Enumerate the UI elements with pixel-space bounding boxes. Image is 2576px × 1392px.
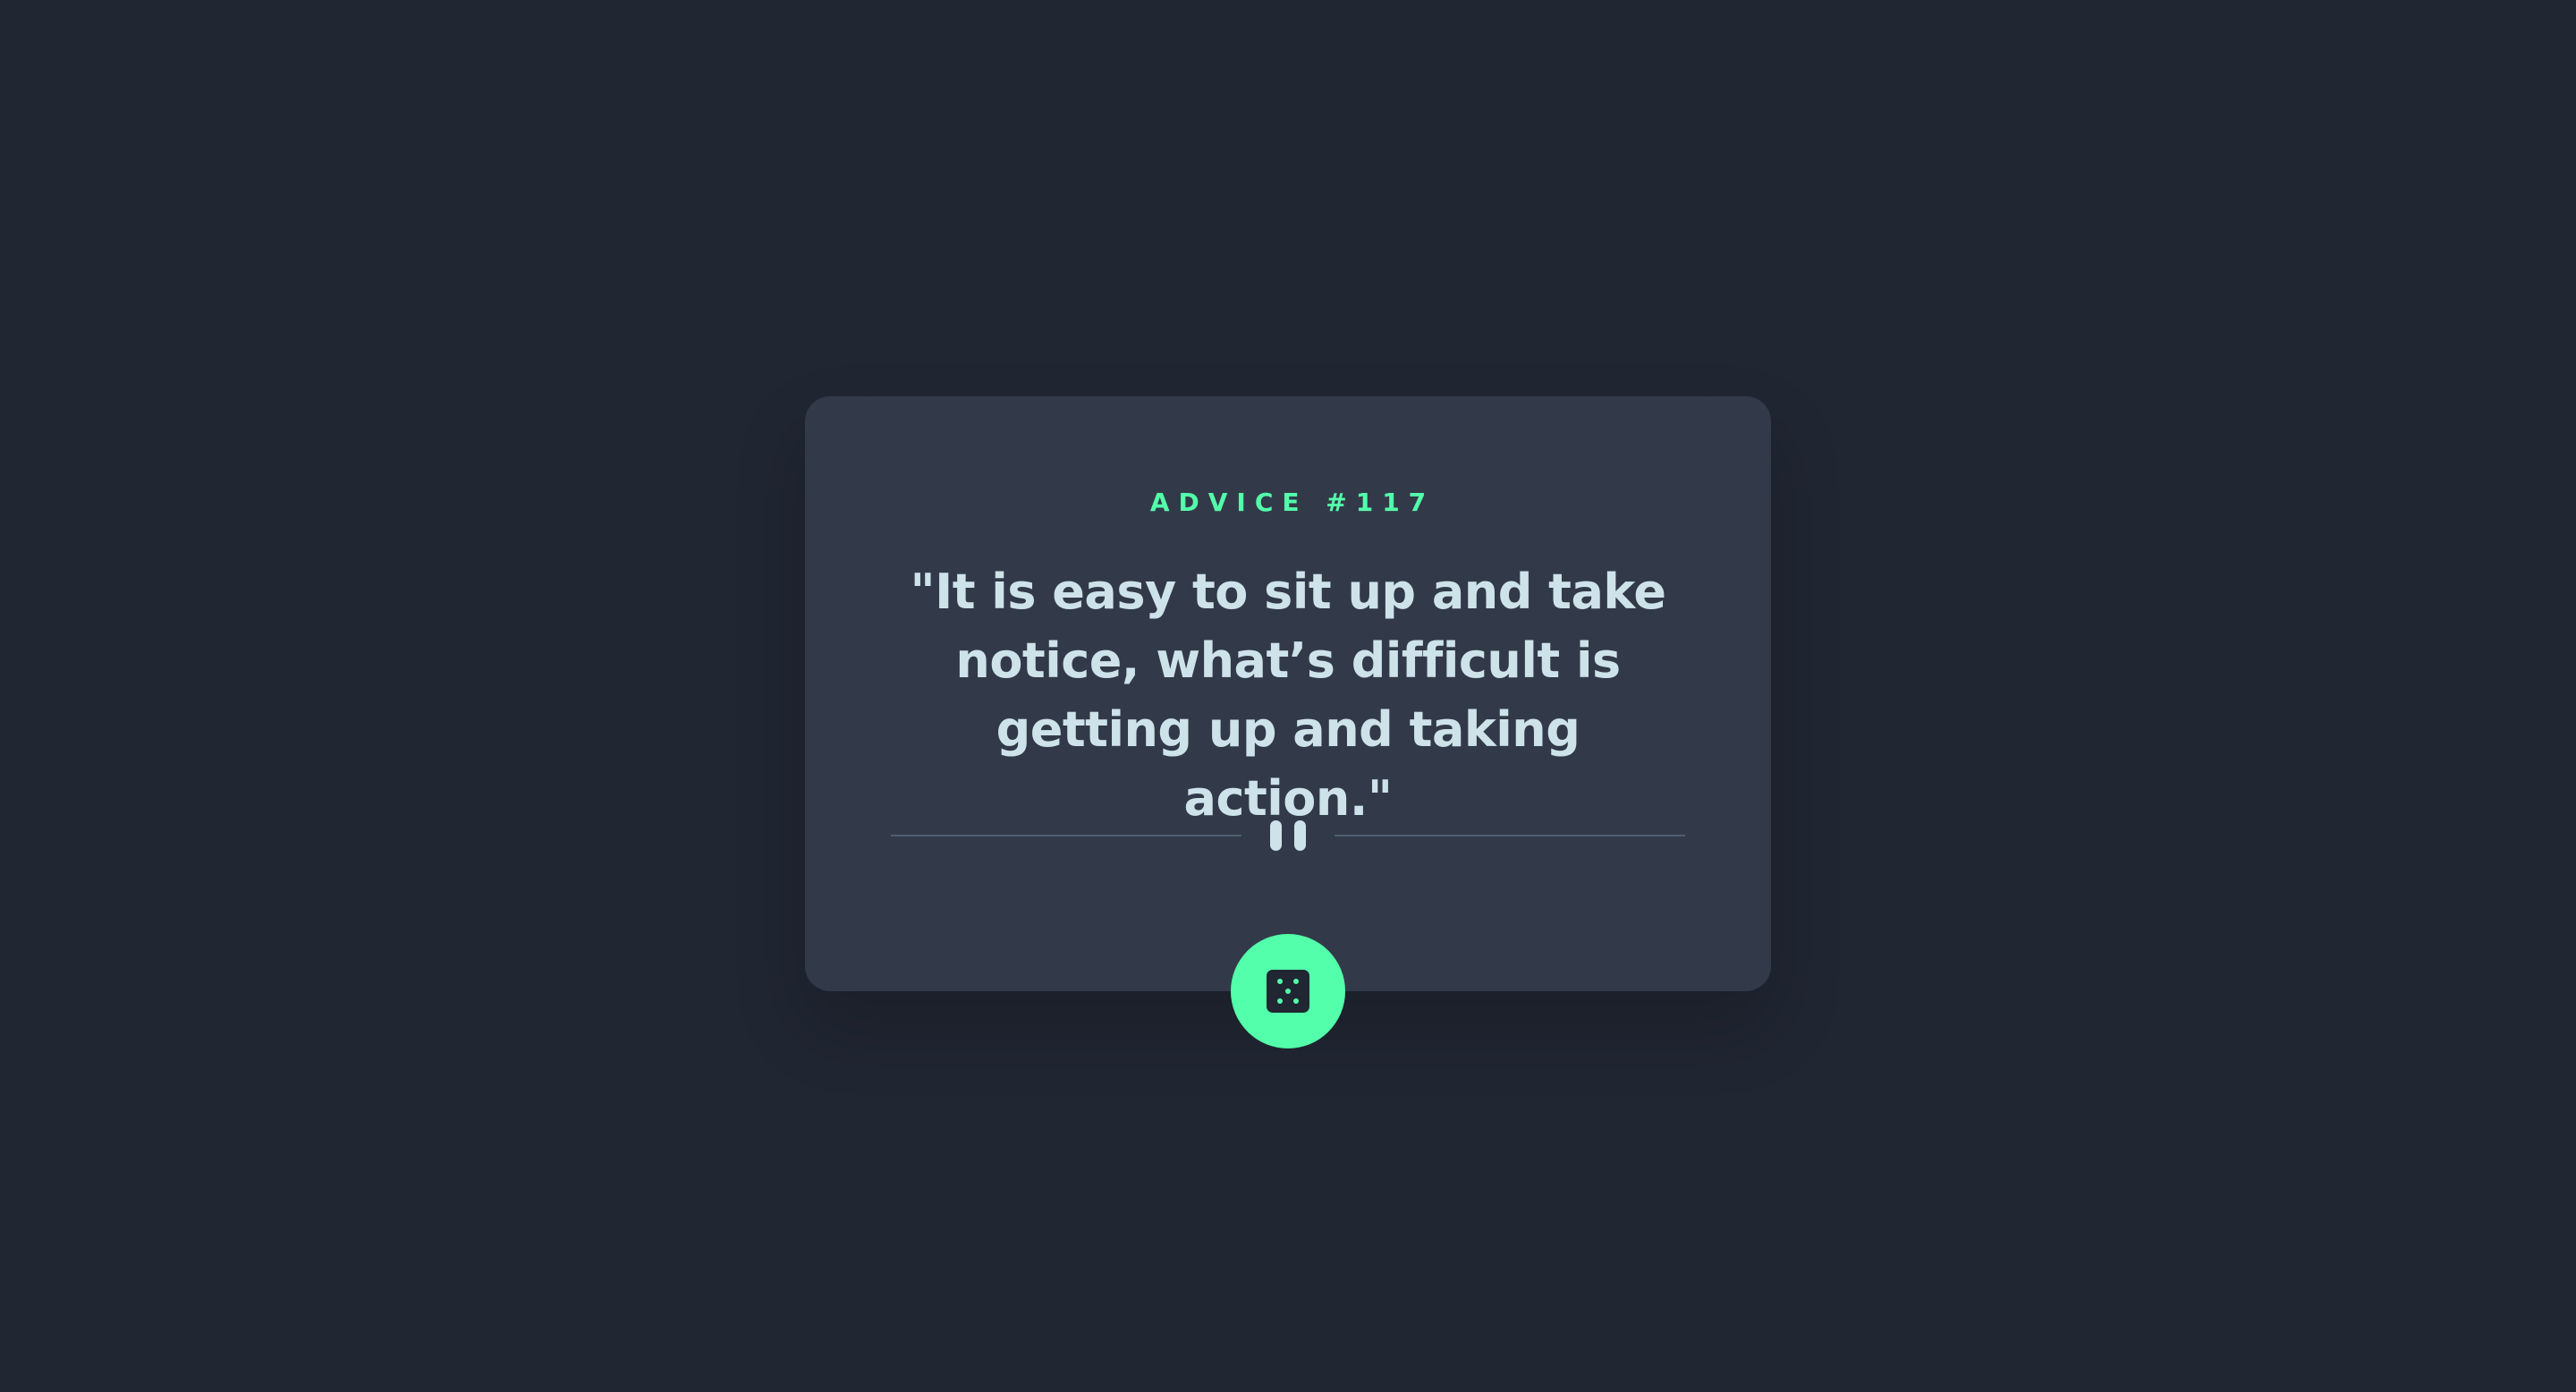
dice-icon	[1267, 970, 1309, 1013]
divider-line-left	[891, 835, 1241, 836]
advice-card: ADVICE #117 "It is easy to sit up and ta…	[805, 396, 1771, 1048]
advice-quote: "It is easy to sit up and take notice, w…	[910, 564, 1666, 827]
pause-bar-right	[1294, 820, 1306, 851]
divider-line-right	[1335, 835, 1685, 836]
generate-advice-button[interactable]	[1231, 934, 1345, 1048]
pause-icon	[1268, 820, 1308, 851]
pause-bar-left	[1270, 820, 1282, 851]
advice-id: ADVICE #117	[1149, 488, 1436, 517]
pattern-divider	[891, 817, 1685, 853]
